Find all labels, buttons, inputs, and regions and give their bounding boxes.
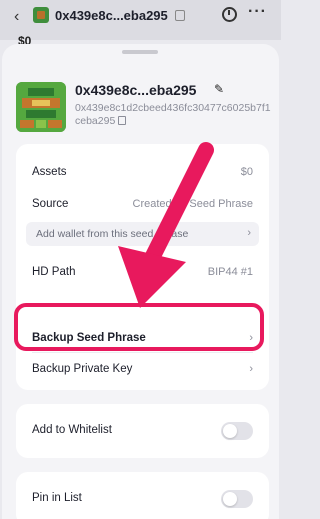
annotation-arrow (118, 142, 214, 308)
